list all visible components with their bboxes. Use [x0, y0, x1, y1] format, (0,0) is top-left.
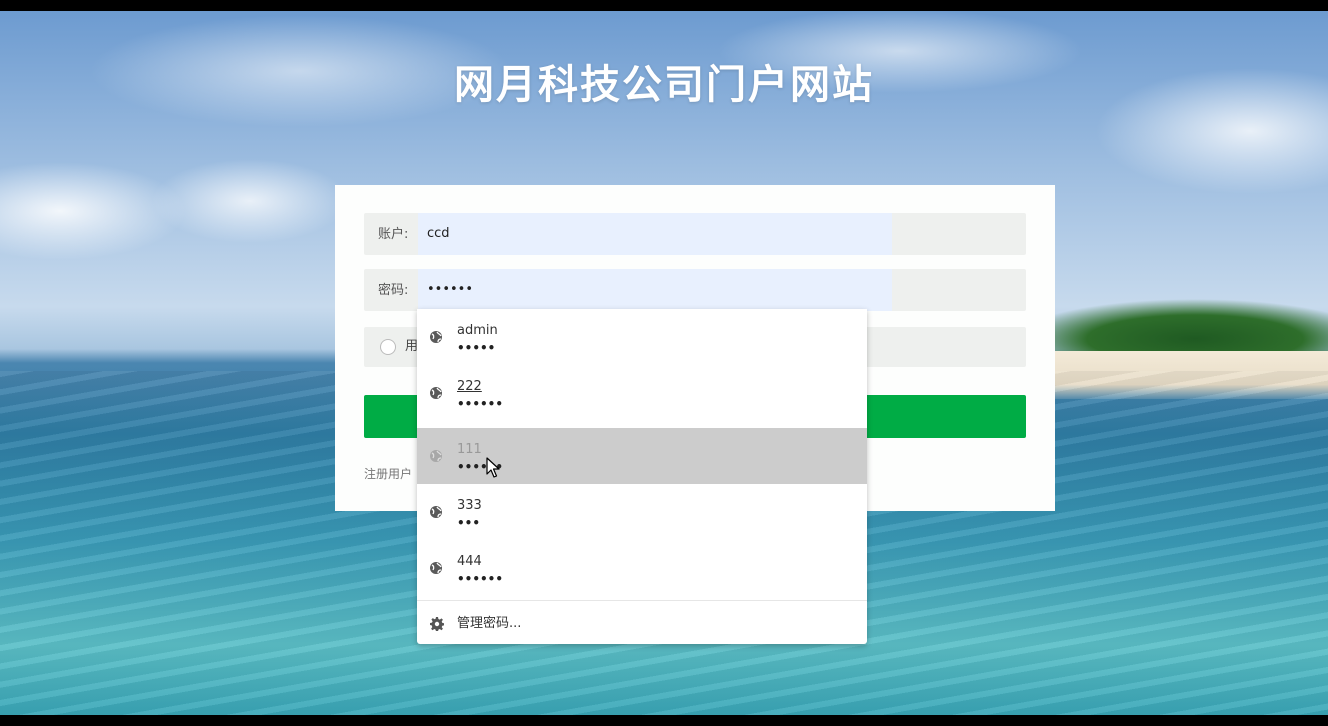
letterbox-bar: [0, 715, 1328, 726]
autofill-item[interactable]: admin •••••: [417, 309, 867, 365]
account-autofill-highlight: [418, 213, 892, 255]
password-field[interactable]: 密码: ••••••: [364, 269, 1026, 311]
password-label: 密码:: [378, 283, 409, 298]
autofill-username: 444: [457, 554, 482, 569]
dropdown-divider: [417, 600, 867, 601]
manage-passwords-item[interactable]: 管理密码...: [417, 605, 867, 643]
globe-icon: [430, 331, 442, 343]
autofill-username: 333: [457, 498, 482, 513]
autofill-password-mask: •••: [457, 516, 481, 530]
password-autofill-dropdown: admin ••••• 222 •••••• 111 •••••• 333 ••…: [417, 309, 867, 644]
password-autofill-highlight: [418, 269, 892, 311]
password-input[interactable]: ••••••: [427, 269, 473, 311]
island-trees: [1055, 299, 1328, 351]
role-radio[interactable]: [380, 339, 396, 355]
autofill-username: admin: [457, 323, 498, 338]
globe-icon: [430, 450, 442, 462]
globe-icon: [430, 506, 442, 518]
autofill-item[interactable]: 222 ••••••: [417, 365, 867, 421]
globe-icon: [430, 387, 442, 399]
autofill-username: 111: [457, 442, 482, 457]
manage-passwords-label: 管理密码...: [457, 616, 522, 631]
autofill-username: 222: [457, 379, 482, 394]
account-field[interactable]: 账户: ccd: [364, 213, 1026, 255]
autofill-item-hovered[interactable]: 111 ••••••: [417, 428, 867, 484]
account-input[interactable]: ccd: [427, 213, 450, 255]
gear-icon: [430, 617, 444, 631]
register-link[interactable]: 注册用户: [364, 465, 412, 482]
autofill-password-mask: ••••••: [457, 572, 504, 586]
autofill-item[interactable]: 444 ••••••: [417, 540, 867, 596]
autofill-password-mask: •••••: [457, 341, 496, 355]
autofill-password-mask: ••••••: [457, 397, 504, 411]
site-title: 网月科技公司门户网站: [454, 62, 874, 108]
globe-icon: [430, 562, 442, 574]
account-label: 账户:: [378, 227, 409, 242]
autofill-item[interactable]: 333 •••: [417, 484, 867, 540]
mouse-cursor-icon: [486, 457, 500, 478]
